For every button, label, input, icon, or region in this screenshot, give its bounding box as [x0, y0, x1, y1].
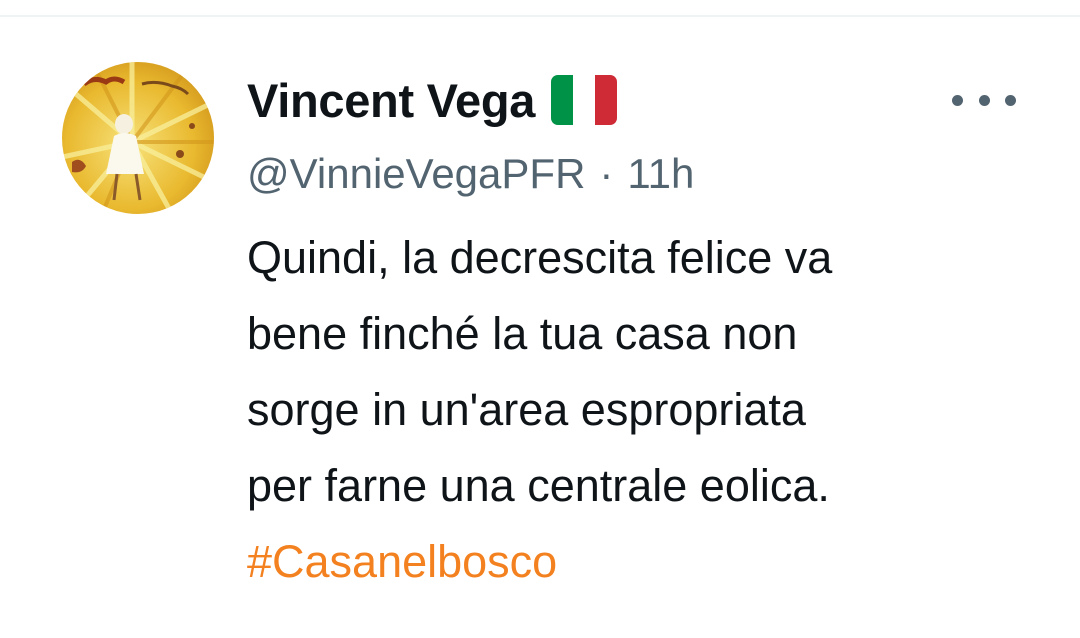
hashtag-link[interactable]: #Casanelbosco — [247, 524, 1037, 600]
tweet-text-line: per farne una centrale eolica. — [247, 460, 830, 511]
tweet-text-line: sorge in un'area espropriata — [247, 384, 806, 435]
separator-dot: · — [599, 150, 614, 197]
handle[interactable]: @VinnieVegaPFR — [247, 150, 585, 198]
meta-row: @VinnieVegaPFR · 11h — [247, 146, 1027, 202]
italy-flag-icon — [551, 75, 618, 125]
tweet-text-line: bene finché la tua casa non — [247, 308, 798, 359]
display-name[interactable]: Vincent Vega — [247, 73, 535, 128]
more-dot — [978, 94, 990, 106]
tweet-card: Vincent Vega @VinnieVegaPFR · 11h Quindi… — [0, 0, 1080, 638]
timestamp[interactable]: 11h — [627, 150, 694, 198]
author-row: Vincent Vega — [247, 70, 1027, 130]
tweet-text: Quindi, la decrescita felice va bene fin… — [247, 220, 1037, 600]
tweet-text-line: Quindi, la decrescita felice va — [247, 232, 833, 283]
top-divider — [0, 15, 1080, 17]
more-dot — [1005, 94, 1016, 106]
more-dot — [952, 94, 963, 106]
avatar[interactable] — [62, 62, 214, 214]
tweet-content: Vincent Vega @VinnieVegaPFR · 11h Quindi… — [247, 70, 1027, 600]
more-horizontal-icon[interactable] — [952, 84, 1016, 116]
avatar-image — [62, 62, 214, 214]
